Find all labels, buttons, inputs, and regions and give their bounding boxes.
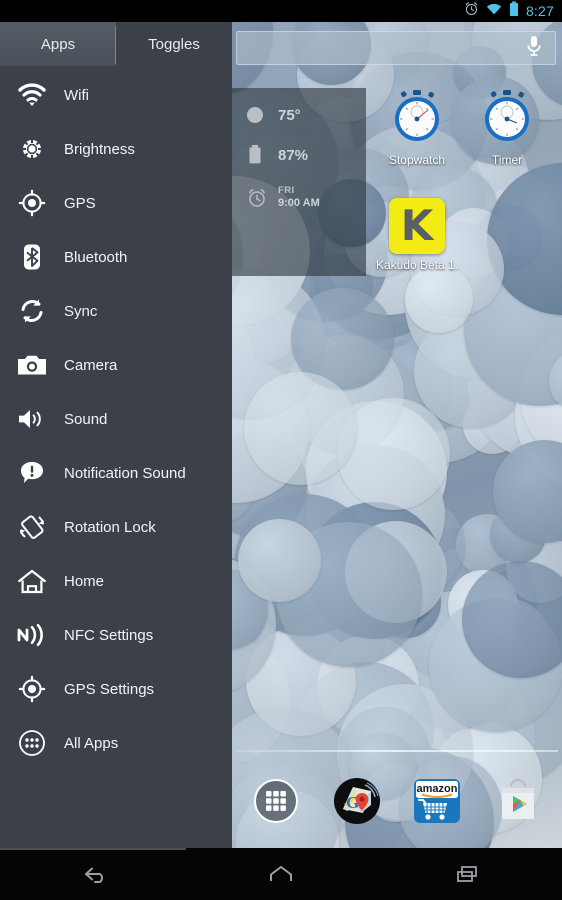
sidebar-item-bluetooth[interactable]: Bluetooth xyxy=(0,230,232,284)
sidebar-item-rotation-lock[interactable]: Rotation Lock xyxy=(0,500,232,554)
gps-crosshair-icon xyxy=(10,189,54,217)
sidebar-item-label: Sync xyxy=(64,302,98,320)
battery-icon xyxy=(246,144,268,166)
navigation-bar xyxy=(0,848,562,900)
widget-temperature-row: 75° xyxy=(246,106,366,124)
sidebar-item-label: NFC Settings xyxy=(64,626,154,644)
widget-alarm-text: FRI 9:00 AM xyxy=(278,185,320,210)
tab-toggles-label: Toggles xyxy=(148,35,200,53)
dock: G amazon xyxy=(236,770,558,832)
weather-circle-icon xyxy=(246,106,268,124)
widget-alarm-time: 9:00 AM xyxy=(278,196,320,209)
sidebar-item-list: Wifi Brightness GPS Bluetooth Sync Camer… xyxy=(0,66,232,770)
sidebar-item-wifi[interactable]: Wifi xyxy=(0,68,232,122)
dock-item-play-store[interactable] xyxy=(492,775,544,827)
home-icon xyxy=(269,866,292,881)
sidebar-item-gps[interactable]: GPS xyxy=(0,176,232,230)
nav-back-button[interactable] xyxy=(0,861,187,887)
sidebar-item-camera[interactable]: Camera xyxy=(0,338,232,392)
home-icon-kakudo[interactable]: K Kakudo Beta 1. xyxy=(362,198,472,272)
sidebar-item-gps-settings[interactable]: GPS Settings xyxy=(0,662,232,716)
sidebar-item-sync[interactable]: Sync xyxy=(0,284,232,338)
info-widget[interactable]: 75° 87% FRI 9:00 AM xyxy=(232,88,366,276)
kakudo-glyph: K xyxy=(400,201,434,250)
wifi-icon xyxy=(10,82,54,108)
sidebar-item-notification-sound[interactable]: Notification Sound xyxy=(0,446,232,500)
notification-bubble-icon xyxy=(10,460,54,486)
bluetooth-icon xyxy=(10,243,54,271)
dock-item-maps[interactable]: G xyxy=(331,775,383,827)
sidebar-item-label: Rotation Lock xyxy=(64,518,156,536)
sidebar-item-label: Bluetooth xyxy=(64,248,128,266)
dock-divider xyxy=(236,750,558,752)
sidebar-item-sound[interactable]: Sound xyxy=(0,392,232,446)
microphone-icon[interactable] xyxy=(525,34,543,63)
recents-icon xyxy=(457,866,478,882)
sidebar-item-brightness[interactable]: Brightness xyxy=(0,122,232,176)
battery-icon xyxy=(509,0,519,22)
search-bar[interactable] xyxy=(236,31,556,65)
sidebar-item-label: GPS xyxy=(64,194,96,212)
sidebar-item-label: GPS Settings xyxy=(64,680,155,698)
tab-apps[interactable]: Apps xyxy=(0,22,116,66)
widget-alarm-row: FRI 9:00 AM xyxy=(246,185,366,210)
svg-text:amazon: amazon xyxy=(417,783,458,795)
status-bar-clock: 8:27 xyxy=(525,3,554,19)
android-tablet-screen: 75° 87% FRI 9:00 AM Stopwatch Timer K Ka… xyxy=(0,0,562,900)
tab-toggles[interactable]: Toggles xyxy=(116,22,232,66)
all-apps-grid-icon xyxy=(10,729,54,757)
sync-refresh-icon xyxy=(10,297,54,325)
widget-temperature-value: 75° xyxy=(278,106,301,124)
sidebar-item-label: Wifi xyxy=(64,86,89,104)
google-maps-icon: G xyxy=(333,778,380,824)
sidebar-item-label: All Apps xyxy=(64,734,119,752)
status-bar: 8:27 xyxy=(0,0,562,22)
sidebar-item-label: Home xyxy=(64,572,105,590)
sidebar-item-label: Brightness xyxy=(64,140,135,158)
home-icon-label: Kakudo Beta 1. xyxy=(375,258,459,272)
timer-icon xyxy=(485,90,529,141)
wifi-icon xyxy=(486,2,502,21)
sidebar-item-label: Sound xyxy=(64,410,108,428)
widget-alarm-day: FRI xyxy=(278,185,295,196)
tab-apps-label: Apps xyxy=(40,35,76,53)
home-icon-label: Timer xyxy=(491,153,523,167)
camera-icon xyxy=(10,353,54,377)
amazon-icon: amazon xyxy=(414,779,461,823)
alarm-clock-icon xyxy=(246,187,268,209)
speaker-sound-icon xyxy=(10,407,54,431)
widget-battery-value: 87% xyxy=(278,146,309,164)
sidebar-item-label: Notification Sound xyxy=(64,464,186,482)
rotation-lock-icon xyxy=(10,512,54,542)
dock-item-all-apps[interactable] xyxy=(250,775,302,827)
sidebar-item-label: Camera xyxy=(64,356,118,374)
nav-recents-button[interactable] xyxy=(375,861,562,887)
kakudo-app-icon: K xyxy=(389,198,445,254)
sidebar-tabs: Apps Toggles xyxy=(0,22,232,66)
nfc-icon xyxy=(10,622,54,648)
home-house-icon xyxy=(10,568,54,594)
widget-battery-row: 87% xyxy=(246,144,366,166)
play-store-icon xyxy=(501,778,534,819)
sidebar: Apps Toggles Wifi Brightness GPS Bluetoo… xyxy=(0,22,232,848)
back-arrow-icon xyxy=(84,867,103,883)
brightness-sun-icon xyxy=(10,135,54,163)
home-icon-stopwatch[interactable]: Stopwatch xyxy=(374,88,460,167)
home-icon-timer[interactable]: Timer xyxy=(464,88,550,167)
alarm-clock-icon xyxy=(464,1,479,21)
sidebar-item-all-apps[interactable]: All Apps xyxy=(0,716,232,770)
app-drawer-icon xyxy=(254,779,299,823)
stopwatch-icon xyxy=(395,90,439,141)
gps-crosshair-icon xyxy=(10,675,54,703)
nav-bar-accent xyxy=(0,848,186,850)
dock-item-amazon[interactable]: amazon xyxy=(411,775,463,827)
sidebar-item-nfc-settings[interactable]: NFC Settings xyxy=(0,608,232,662)
sidebar-item-home[interactable]: Home xyxy=(0,554,232,608)
nav-home-button[interactable] xyxy=(187,861,374,887)
home-icon-label: Stopwatch xyxy=(388,153,446,167)
